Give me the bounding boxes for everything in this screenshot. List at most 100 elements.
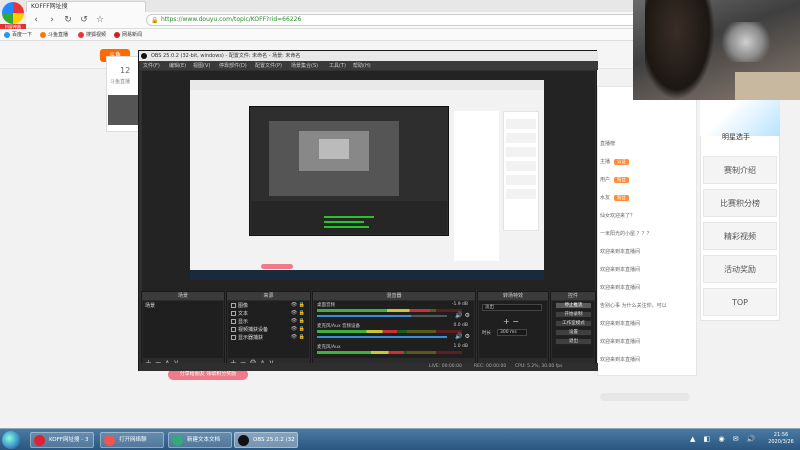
taskbar-item[interactable]: 打开网络聊 (100, 432, 164, 448)
menu-scene-collection[interactable]: 场景集合(S) (291, 62, 318, 69)
background-box (735, 72, 800, 100)
mixer-header: 混音器 (313, 292, 475, 300)
eye-lock-icon[interactable]: 👁 🔒 (291, 326, 305, 332)
bookmark-item[interactable]: 百度一下 (4, 31, 32, 39)
obs-titlebar[interactable]: OBS 25.0.2 (32-bit, windows) - 配置文件: 未命名… (139, 51, 598, 61)
nested-sidebar (503, 111, 539, 231)
eye-lock-icon[interactable]: 👁 🔒 (291, 334, 305, 340)
bookmark-icon (40, 31, 46, 38)
duration-input[interactable]: 300 ms (497, 329, 527, 336)
nested-sidebar-item (506, 133, 536, 143)
address-bar[interactable]: 🔒 https://www.douyu.com/topic/KOFF?rid=6… (146, 14, 646, 26)
taskbar-item[interactable]: OBS 25.0.2 (32 (234, 432, 298, 448)
sidebar-item-videos[interactable]: 精彩视频 (703, 222, 777, 250)
source-item[interactable]: 图像 (231, 302, 248, 309)
controls-header: 控件 (551, 292, 595, 300)
settings-button[interactable]: 设置 (555, 329, 592, 336)
volume-fill (317, 315, 411, 317)
nested-meter (324, 226, 369, 228)
bookmark-item[interactable]: 网易新闻 (114, 31, 142, 39)
chat-message: 欢迎来到本直播间 (600, 267, 641, 273)
source-item[interactable]: 文本 (231, 310, 248, 317)
eye-lock-icon[interactable]: 👁 🔒 (291, 310, 305, 316)
chat-message: 欢迎来到本直播间 (600, 285, 641, 291)
nested-chat (454, 111, 499, 261)
source-item[interactable]: 显示 (231, 318, 248, 325)
mixer-dock: 混音器 桌面音频 -1.9 dB 🔊 ⚙ 麦克风/Aux 音频设备 0.0 dB… (312, 291, 476, 369)
menu-edit[interactable]: 编辑(E) (169, 62, 186, 69)
transitions-dock: 转场特效 淡出 + − 时长 300 ms (477, 291, 549, 369)
obs-menubar: 文件(F) 编辑(E) 视图(V) 停靠部件(D) 配置文件(P) 场景集合(S… (139, 61, 598, 70)
controls-dock: 控件 停止推流 开始录制 工作室模式 设置 退出 (550, 291, 596, 369)
star-icon[interactable]: ☆ (94, 14, 106, 26)
sidebar-banner-text: 明星选手 (722, 133, 750, 141)
chat-message: 欢迎来到本直播间 (600, 249, 641, 255)
transition-select[interactable]: 淡出 (482, 304, 542, 311)
menu-help[interactable]: 帮助(H) (353, 62, 371, 69)
speaker-gear-icon[interactable]: 🔊 ⚙ (455, 312, 470, 319)
clock-time: 21:56 (773, 432, 789, 438)
bookmark-item[interactable]: 搜狐视频 (78, 31, 106, 39)
sidebar-item-rules[interactable]: 赛制介绍 (703, 156, 777, 184)
chat-message: 用户 粉丝 (600, 176, 630, 183)
app-icon (238, 435, 249, 446)
menu-tools[interactable]: 工具(T) (329, 62, 346, 69)
start-recording-button[interactable]: 开始录制 (555, 311, 592, 318)
bookmark-item[interactable]: 斗鱼直播 (40, 31, 68, 39)
chat-message: 主播 认证 (600, 158, 630, 165)
system-tray[interactable]: ▲ ◧ ◉ ✉ 🔊 (690, 435, 759, 443)
menu-docks[interactable]: 停靠部件(D) (219, 62, 247, 69)
live-time: LIVE: 00:00:00 (429, 364, 462, 369)
room-number: 12 (120, 66, 131, 75)
controls-body: 停止推流 开始录制 工作室模式 设置 退出 (552, 301, 594, 358)
add-remove-transition-icon[interactable]: + − (503, 317, 519, 326)
refresh-icon[interactable]: ↻ (62, 14, 74, 26)
source-item[interactable]: 显示器捕获 (231, 334, 263, 341)
taskbar: KOFF网址搜 - 3 打开网络聊 新建文本文档 OBS 25.0.2 (32 ▲ ◧… (0, 428, 800, 450)
clock[interactable]: 21:56 2020/3/26 (765, 432, 797, 446)
app-icon (34, 435, 45, 446)
volume-meter (317, 351, 404, 354)
nested-sidebar-item (506, 119, 536, 129)
menu-file[interactable]: 文件(F) (143, 62, 160, 69)
nested-sidebar-item (506, 189, 536, 199)
back-icon[interactable]: ‹ (30, 14, 42, 26)
obs-logo-icon (141, 53, 147, 59)
nested-pink-button (261, 264, 293, 269)
browser-logo-icon[interactable] (2, 2, 24, 24)
browser-tab[interactable]: KOFFF网址搜 (26, 1, 146, 12)
bookmark-icon (78, 31, 84, 38)
nested-sidebar-item (506, 161, 536, 171)
eye-lock-icon[interactable]: 👁 🔒 (291, 318, 305, 324)
scenes-list: 场景 (143, 301, 223, 358)
track-db: 1.0 dB (453, 344, 468, 349)
taskbar-item[interactable]: KOFF网址搜 - 3 (30, 432, 94, 448)
forward-icon[interactable]: › (46, 14, 58, 26)
nested-sidebar-item (506, 147, 536, 157)
menu-profile[interactable]: 配置文件(P) (255, 62, 282, 69)
start-button[interactable] (2, 431, 20, 449)
nested-meter (324, 216, 374, 218)
room-thumbnail[interactable] (108, 95, 138, 125)
undo-icon[interactable]: ↺ (78, 14, 90, 26)
chat-message: 欢迎来到本直播间 (600, 321, 641, 327)
eye-lock-icon[interactable]: 👁 🔒 (291, 302, 305, 308)
exit-button[interactable]: 退出 (555, 338, 592, 345)
volume-meter (317, 330, 397, 333)
source-item[interactable]: 视频捕获设备 (231, 326, 268, 333)
sidebar-item-rewards[interactable]: 活动奖励 (703, 255, 777, 283)
transitions-body: 淡出 + − 时长 300 ms (479, 301, 547, 358)
stop-streaming-button[interactable]: 停止推流 (555, 302, 592, 309)
sidebar-item-standings[interactable]: 比赛积分榜 (703, 189, 777, 217)
nested-meter (324, 221, 364, 223)
speaker-gear-icon[interactable]: 🔊 ⚙ (455, 333, 470, 340)
sidebar-item-top[interactable]: TOP (703, 288, 777, 316)
user-badge: 认证 (614, 159, 630, 165)
chat-message: 告别心事 为什么关注你，可以 (600, 303, 667, 309)
scene-item[interactable]: 场景 (145, 302, 155, 309)
taskbar-item[interactable]: 新建文本文档 (168, 432, 232, 448)
studio-mode-button[interactable]: 工作室模式 (555, 320, 592, 327)
menu-view[interactable]: 视图(V) (193, 62, 210, 69)
chat-input[interactable] (600, 393, 690, 401)
text-icon (231, 311, 236, 316)
